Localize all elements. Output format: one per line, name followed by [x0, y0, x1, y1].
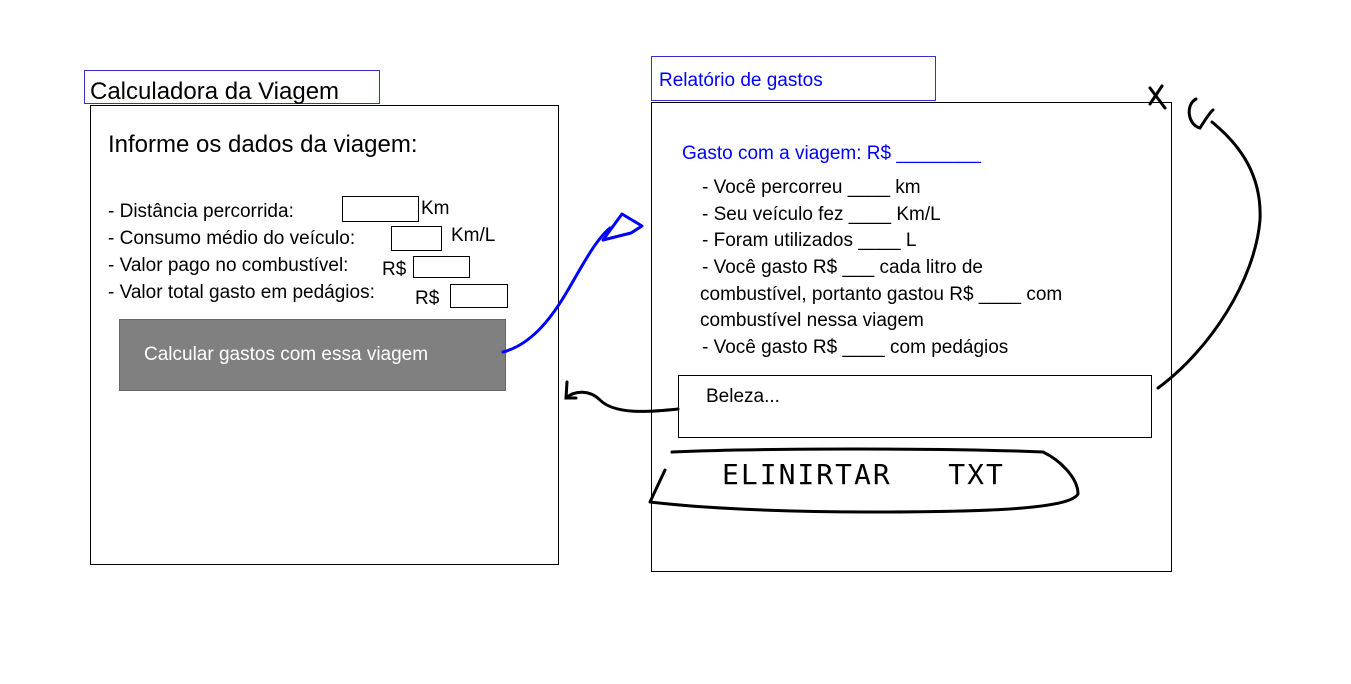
consumption-label: - Consumo médio do veículo: — [108, 228, 356, 249]
fuel-price-label: - Valor pago no combustível: — [108, 255, 349, 276]
report-line-fuel-cost-2: combustível, portanto gastou R$ ____ com — [700, 284, 1063, 305]
report-title: Relatório de gastos — [659, 70, 823, 91]
report-line-fuel-cost-1: - Você gasto R$ ___ cada litro de — [702, 257, 983, 278]
calculate-button[interactable]: Calcular gastos com essa viagem — [119, 319, 506, 391]
report-line-fuel-cost-3: combustível nessa viagem — [700, 310, 924, 331]
comment-link-hook — [564, 380, 578, 400]
calculate-button-label: Calcular gastos com essa viagem — [144, 344, 429, 365]
report-total-line: Gasto com a viagem: R$ ________ — [682, 143, 981, 164]
comment-textbox[interactable]: Beleza... — [678, 375, 1152, 438]
calculator-title: Calculadora da Viagem — [90, 78, 340, 105]
flow-arrow-head — [601, 212, 644, 242]
report-line-distance: - Você percorreu ____ km — [702, 177, 921, 198]
consumption-unit: Km/L — [451, 225, 496, 246]
right-link-curve — [1156, 120, 1262, 390]
report-line-consumption: - Seu veículo fez ____ Km/L — [702, 204, 941, 225]
hook-mark — [1187, 97, 1215, 130]
tolls-prefix: R$ — [415, 288, 440, 309]
fuel-price-input[interactable] — [413, 256, 470, 278]
report-line-liters: - Foram utilizados ____ L — [702, 230, 917, 251]
calculator-heading: Informe os dados da viagem: — [108, 131, 418, 158]
report-line-tolls: - Você gasto R$ ____ com pedágios — [702, 337, 1009, 358]
consumption-input[interactable] — [391, 226, 442, 251]
distance-label: - Distância percorrida: — [108, 201, 294, 222]
fuel-price-prefix: R$ — [382, 259, 407, 280]
tolls-label: - Valor total gasto em pedágios: — [108, 282, 375, 303]
distance-unit: Km — [421, 198, 450, 219]
handwritten-button-label[interactable]: ELINIRTAR TXT — [722, 458, 1005, 491]
distance-input[interactable] — [342, 196, 419, 222]
calculator-panel: Informe os dados da viagem: - Distância … — [90, 105, 559, 565]
comment-text: Beleza... — [706, 386, 780, 407]
report-panel: Gasto com a viagem: R$ ________ - Você p… — [651, 102, 1172, 572]
report-title-box: Relatório de gastos — [651, 56, 936, 101]
calculator-title-box: Calculadora da Viagem — [84, 70, 380, 105]
tolls-input[interactable] — [450, 284, 508, 308]
